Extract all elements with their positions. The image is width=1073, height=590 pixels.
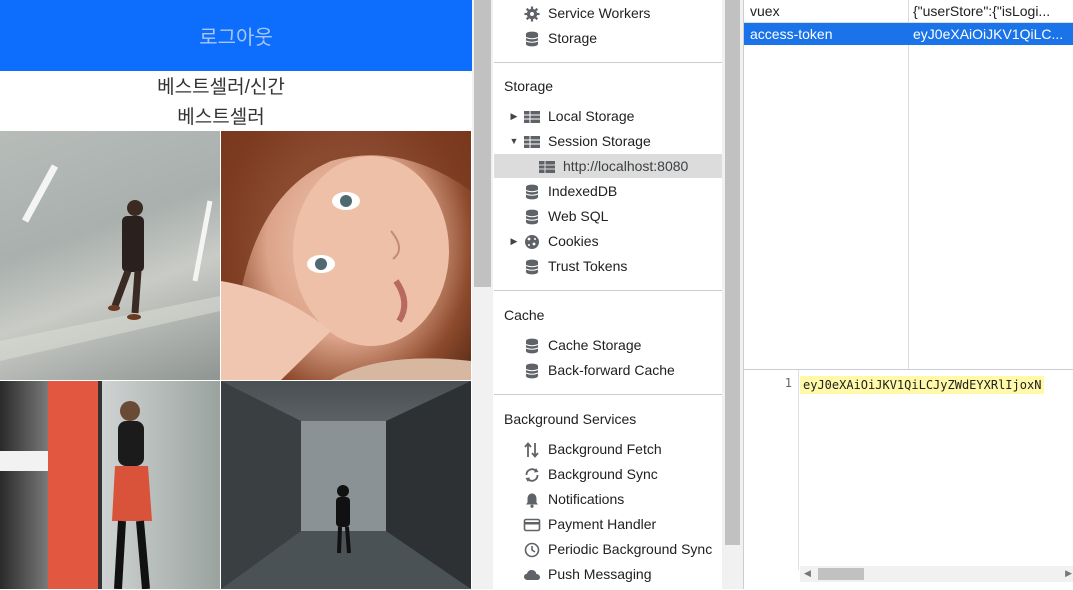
table-row[interactable]: vuex {"userStore":{"isLogi... — [744, 0, 1073, 23]
sidebar-item-label: Storage — [548, 30, 598, 46]
storage-table: vuex {"userStore":{"isLogi... access-tok… — [744, 0, 1073, 369]
sidebar-item-storage-overview[interactable]: Storage — [494, 26, 722, 50]
database-icon — [523, 258, 541, 275]
expand-arrow-icon[interactable]: ▶ — [509, 229, 519, 253]
grid-icon — [523, 133, 541, 149]
sidebar-item-label: Background Sync — [548, 466, 658, 482]
sidebar-item-label: Notifications — [548, 491, 625, 507]
sidebar-vertical-scrollbar[interactable] — [722, 0, 743, 589]
sidebar-item-notifications[interactable]: Notifications — [494, 487, 722, 511]
sidebar-item-session-localhost[interactable]: http://localhost:8080 — [494, 154, 722, 178]
section-divider — [494, 394, 722, 395]
database-icon — [523, 30, 541, 47]
sidebar-item-service-workers[interactable]: Service Workers — [494, 1, 722, 25]
sidebar-item-background-sync[interactable]: Background Sync — [494, 462, 722, 486]
sidebar-item-label: Local Storage — [548, 108, 635, 124]
logout-button[interactable]: 로그아웃 — [0, 0, 472, 71]
fetch-arrows-icon — [523, 441, 541, 458]
sidebar-item-indexeddb[interactable]: IndexedDB — [494, 179, 722, 203]
table-row-selected[interactable]: access-token eyJ0eXAiOiJKV1QiLC... — [744, 23, 1073, 45]
clock-icon — [523, 541, 541, 558]
cache-section-header: Cache — [504, 307, 545, 323]
webpage-scrollbar-thumb[interactable] — [474, 0, 491, 287]
photo-man-walking — [0, 164, 220, 361]
sidebar-item-label: Periodic Background Sync — [548, 541, 713, 557]
grid-icon — [538, 158, 556, 174]
table-cell-key: vuex — [750, 3, 780, 19]
sidebar-item-label: Push Messaging — [548, 566, 652, 582]
credit-card-icon — [523, 516, 541, 532]
table-cell-key: access-token — [750, 26, 833, 42]
sidebar-item-periodic-background-sync[interactable]: Periodic Background Sync — [494, 537, 722, 561]
sidebar-item-label: http://localhost:8080 — [563, 158, 689, 174]
database-icon — [523, 183, 541, 200]
section-title-bestseller-new: 베스트셀러/신간 — [157, 77, 285, 98]
sidebar-item-local-storage[interactable]: ▶ Local Storage — [494, 104, 722, 128]
scroll-right-arrow-icon[interactable]: ▶ — [1065, 568, 1072, 579]
grid-icon — [523, 108, 541, 124]
section-divider — [494, 290, 722, 291]
sidebar-item-web-sql[interactable]: Web SQL — [494, 204, 722, 228]
background-services-header: Background Services — [504, 411, 637, 427]
database-icon — [523, 362, 541, 379]
sidebar-item-label: Cache Storage — [548, 337, 642, 353]
storage-view: vuex {"userStore":{"isLogi... access-tok… — [743, 0, 1073, 589]
gear-icon — [523, 5, 541, 22]
sidebar-item-session-storage[interactable]: ▼ Session Storage — [494, 129, 722, 153]
sidebar-item-back-forward-cache[interactable]: Back-forward Cache — [494, 358, 722, 382]
book-cover-image-4[interactable] — [221, 381, 471, 589]
storage-section-header: Storage — [504, 78, 554, 94]
table-cell-value: eyJ0eXAiOiJKV1QiLC... — [913, 26, 1064, 42]
preview-scrollbar-thumb[interactable] — [818, 568, 864, 580]
sidebar-item-label: IndexedDB — [548, 183, 618, 199]
expand-arrow-icon[interactable]: ▶ — [509, 104, 519, 128]
database-icon — [523, 337, 541, 354]
scroll-left-arrow-icon[interactable]: ◀ — [804, 568, 811, 579]
logout-label: 로그아웃 — [199, 27, 273, 49]
sidebar-item-background-fetch[interactable]: Background Fetch — [494, 437, 722, 461]
photo-woman-portrait — [221, 131, 471, 380]
cookie-icon — [523, 233, 541, 249]
sidebar-item-cache-storage[interactable]: Cache Storage — [494, 333, 722, 357]
book-cover-image-1[interactable] — [0, 131, 220, 380]
sidebar-item-payment-handler[interactable]: Payment Handler — [494, 512, 722, 536]
sidebar-item-label: Service Workers — [548, 5, 651, 21]
sidebar-item-label: Web SQL — [548, 208, 609, 224]
section-title-bestseller: 베스트셀러 — [177, 107, 265, 128]
webpage-viewport: 로그아웃 베스트셀러/신간 베스트셀러 — [0, 0, 472, 589]
application-sidebar: Service Workers Storage Storage ▶ Local … — [494, 0, 722, 589]
sidebar-item-label: Session Storage — [548, 133, 651, 149]
database-icon — [523, 208, 541, 225]
bell-icon — [523, 491, 541, 508]
book-cover-image-3[interactable] — [0, 381, 220, 589]
preview-code-line[interactable]: eyJ0eXAiOiJKV1QiLCJyZWdEYXRlIjoxN — [800, 376, 1045, 394]
book-cover-image-2[interactable] — [221, 131, 471, 380]
line-number: 1 — [784, 376, 792, 390]
sidebar-item-trust-tokens[interactable]: Trust Tokens — [494, 254, 722, 278]
sidebar-item-label: Background Fetch — [548, 441, 662, 457]
column-divider[interactable] — [908, 0, 909, 369]
cloud-icon — [523, 566, 541, 582]
table-cell-value: {"userStore":{"isLogi... — [913, 3, 1051, 19]
sidebar-item-label: Payment Handler — [548, 516, 657, 532]
sidebar-item-cookies[interactable]: ▶ Cookies — [494, 229, 722, 253]
sync-icon — [523, 466, 541, 482]
value-preview-editor[interactable]: 1 eyJ0eXAiOiJKV1QiLCJyZWdEYXRlIjoxN ◀ ▶ — [744, 370, 1073, 589]
sidebar-item-label: Trust Tokens — [548, 258, 628, 274]
sidebar-item-label: Cookies — [548, 233, 599, 249]
preview-horizontal-scrollbar[interactable]: ◀ ▶ — [800, 566, 1073, 582]
sidebar-item-label: Back-forward Cache — [548, 362, 675, 378]
sidebar-scrollbar-thumb[interactable] — [725, 0, 740, 545]
section-divider — [494, 62, 722, 63]
webpage-vertical-scrollbar[interactable] — [472, 0, 493, 589]
photo-dark-corridor — [221, 381, 471, 589]
collapse-arrow-icon[interactable]: ▼ — [509, 129, 519, 153]
photo-woman-with-phone — [0, 381, 152, 589]
line-number-gutter: 1 — [744, 370, 799, 570]
sidebar-item-push-messaging[interactable]: Push Messaging — [494, 562, 722, 586]
